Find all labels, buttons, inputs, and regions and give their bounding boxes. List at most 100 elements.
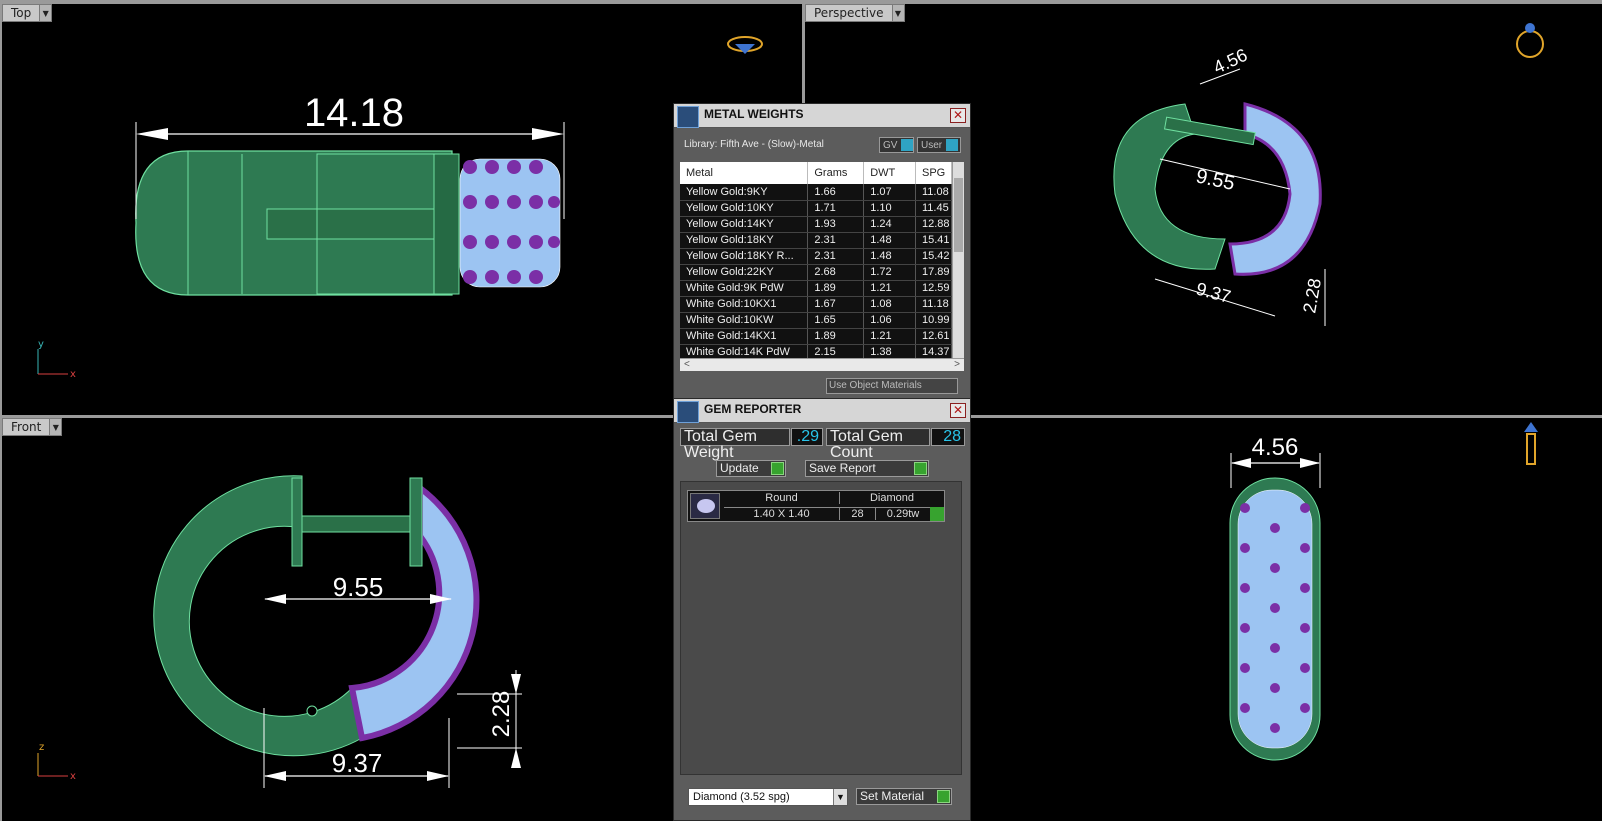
gem-weight: 0.29tw bbox=[876, 507, 930, 520]
table-cell: White Gold:10KW bbox=[680, 312, 809, 329]
scroll-thumb[interactable] bbox=[954, 178, 963, 252]
table-row[interactable]: Yellow Gold:14KY 1.93 1.24 12.88 bbox=[680, 216, 952, 233]
table-row[interactable]: White Gold:14KX1 1.89 1.21 12.61 bbox=[680, 328, 952, 345]
table-cell: 2.68 bbox=[807, 264, 865, 281]
dim-front-2: 9.37 bbox=[332, 748, 383, 778]
viewport-tab-front[interactable]: Front ▼ bbox=[2, 418, 63, 436]
dim-right-1: 4.56 bbox=[1252, 434, 1299, 461]
close-icon[interactable]: ✕ bbox=[950, 403, 966, 418]
table-header-row: Metal Grams DWT SPG bbox=[680, 162, 952, 184]
gem-size: 1.40 X 1.40 bbox=[724, 507, 840, 520]
axis-z-label: z bbox=[39, 742, 44, 753]
table-cell: Yellow Gold:9KY bbox=[680, 184, 809, 201]
material-select[interactable]: Diamond (3.52 spg) ▼ bbox=[688, 788, 848, 806]
close-icon[interactable]: ✕ bbox=[950, 108, 966, 123]
table-row[interactable]: Yellow Gold:10KY 1.71 1.10 11.45 bbox=[680, 200, 952, 217]
table-cell: 15.42 bbox=[915, 248, 952, 265]
toggle-icon bbox=[946, 139, 959, 151]
table-cell: 12.59 bbox=[915, 280, 952, 297]
chevron-left-icon[interactable]: < bbox=[684, 359, 690, 371]
user-toggle[interactable]: User bbox=[917, 137, 961, 153]
column-header[interactable]: Metal bbox=[680, 162, 809, 184]
axis-x-label: x bbox=[70, 369, 76, 380]
table-cell: Yellow Gold:18KY bbox=[680, 232, 809, 249]
dim-front-1: 9.55 bbox=[333, 572, 384, 602]
table-cell: 1.08 bbox=[863, 296, 916, 313]
table-cell: 11.18 bbox=[915, 296, 952, 313]
metal-weights-table: Metal Grams DWT SPG Yellow Gold:9KY 1.66 1… bbox=[680, 162, 952, 361]
table-row[interactable]: Yellow Gold:18KY 2.31 1.48 15.41 bbox=[680, 232, 952, 249]
chevron-down-icon[interactable]: ▼ bbox=[833, 789, 847, 805]
use-object-materials-toggle[interactable]: Use Object Materials bbox=[826, 378, 958, 394]
column-header[interactable]: Grams bbox=[807, 162, 865, 184]
column-header[interactable]: SPG bbox=[915, 162, 952, 184]
table-cell: 1.10 bbox=[863, 200, 916, 217]
table-cell: Yellow Gold:10KY bbox=[680, 200, 809, 217]
earring-orient-icon bbox=[1526, 433, 1536, 465]
library-label: Library: Fifth Ave - (Slow)-Metal bbox=[684, 139, 824, 150]
play-icon bbox=[914, 462, 927, 475]
table-cell: 11.08 bbox=[915, 184, 952, 201]
table-cell: 1.67 bbox=[807, 296, 865, 313]
save-report-button[interactable]: Save Report bbox=[805, 460, 929, 477]
table-cell: 1.66 bbox=[807, 184, 865, 201]
dimension-label: 14.18 bbox=[304, 91, 404, 135]
ring-orient-icon bbox=[1516, 30, 1544, 58]
table-cell: 1.65 bbox=[807, 312, 865, 329]
table-cell: 12.88 bbox=[915, 216, 952, 233]
pave-section bbox=[459, 158, 561, 288]
update-button[interactable]: Update bbox=[716, 460, 786, 477]
metal-weights-dialog: METAL WEIGHTS ✕ Library: Fifth Ave - (Sl… bbox=[673, 103, 971, 401]
column-header[interactable]: DWT bbox=[863, 162, 916, 184]
gem-list-panel: Round Diamond 1.40 X 1.40 28 0.29tw bbox=[680, 481, 962, 775]
chevron-down-icon[interactable]: ▼ bbox=[891, 5, 904, 21]
table-row[interactable]: Yellow Gold:9KY 1.66 1.07 11.08 bbox=[680, 184, 952, 201]
table-cell: 17.89 bbox=[915, 264, 952, 281]
gem-list-item[interactable]: Round Diamond 1.40 X 1.40 28 0.29tw bbox=[687, 490, 945, 522]
table-cell: 1.21 bbox=[863, 280, 916, 297]
gem-reporter-dialog: GEM REPORTER ✕ Total Gem Weight .29 Tota… bbox=[673, 398, 971, 821]
viewport-tab-perspective[interactable]: Perspective ▼ bbox=[805, 4, 905, 22]
table-cell: 2.31 bbox=[807, 232, 865, 249]
table-row[interactable]: Yellow Gold:22KY 2.68 1.72 17.89 bbox=[680, 264, 952, 281]
table-row[interactable]: Yellow Gold:18KY R... 2.31 1.48 15.42 bbox=[680, 248, 952, 265]
play-icon bbox=[771, 462, 784, 475]
table-cell: 1.48 bbox=[863, 248, 916, 265]
dim-persp-2: 9.55 bbox=[1194, 165, 1237, 195]
chevron-right-icon[interactable]: > bbox=[954, 359, 960, 371]
table-cell: White Gold:10KX1 bbox=[680, 296, 809, 313]
total-gem-count-label: Total Gem Count bbox=[826, 428, 930, 461]
gem-reporter-icon bbox=[677, 401, 699, 423]
metal-weights-icon bbox=[677, 106, 699, 128]
gv-toggle[interactable]: GV bbox=[879, 137, 914, 153]
axis-x-label: x bbox=[70, 771, 76, 782]
table-cell: 1.48 bbox=[863, 232, 916, 249]
vertical-scrollbar[interactable] bbox=[952, 162, 964, 358]
table-row[interactable]: White Gold:9K PdW 1.89 1.21 12.59 bbox=[680, 280, 952, 297]
metal-weights-titlebar[interactable]: METAL WEIGHTS ✕ bbox=[674, 104, 970, 128]
table-row[interactable]: White Gold:10KW 1.65 1.06 10.99 bbox=[680, 312, 952, 329]
chevron-down-icon[interactable]: ▼ bbox=[49, 419, 62, 435]
gem-reporter-titlebar[interactable]: GEM REPORTER ✕ bbox=[674, 399, 970, 423]
viewport-tab-top[interactable]: Top ▼ bbox=[2, 4, 53, 22]
table-cell: Yellow Gold:22KY bbox=[680, 264, 809, 281]
set-material-button[interactable]: Set Material bbox=[856, 788, 952, 805]
table-cell: 1.93 bbox=[807, 216, 865, 233]
rhino-app-window: 14.18 y x Top ▼ 4.56 9.55 9.37 2.28 Pers… bbox=[0, 0, 1602, 821]
table-cell: 1.71 bbox=[807, 200, 865, 217]
hinge-pin bbox=[266, 208, 438, 240]
play-icon[interactable] bbox=[930, 507, 944, 521]
table-cell: 12.61 bbox=[915, 328, 952, 345]
table-cell: 1.24 bbox=[863, 216, 916, 233]
chevron-down-icon[interactable]: ▼ bbox=[39, 5, 52, 21]
table-cell: White Gold:9K PdW bbox=[680, 280, 809, 297]
total-gem-weight-label: Total Gem Weight bbox=[680, 428, 790, 461]
hinge-pin bbox=[301, 515, 418, 533]
total-gem-count-value: 28 bbox=[931, 428, 965, 446]
table-row[interactable]: White Gold:10KX1 1.67 1.08 11.18 bbox=[680, 296, 952, 313]
total-gem-weight-value: .29 bbox=[791, 428, 823, 446]
table-cell: 11.45 bbox=[915, 200, 952, 217]
table-cell: 2.31 bbox=[807, 248, 865, 265]
table-cell: 1.07 bbox=[863, 184, 916, 201]
horizontal-scrollbar[interactable]: < > bbox=[680, 358, 964, 371]
